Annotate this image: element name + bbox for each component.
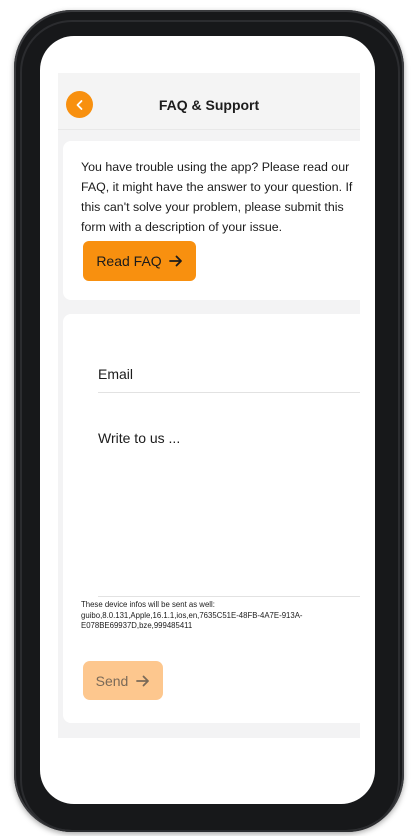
message-field[interactable]: Write to us ... [98, 430, 360, 597]
phone-screen: FAQ & Support You have trouble using the… [40, 36, 375, 804]
device-info-note: These device infos will be sent as well:… [81, 600, 303, 630]
intro-text: You have trouble using the app? Please r… [81, 160, 353, 234]
read-faq-label: Read FAQ [96, 253, 162, 269]
send-label: Send [95, 672, 129, 689]
email-field[interactable]: Email [98, 366, 360, 393]
arrow-right-icon [168, 255, 183, 267]
arrow-right-icon [136, 675, 150, 687]
message-placeholder: Write to us ... [98, 430, 181, 446]
send-button[interactable]: Send [83, 661, 163, 700]
page-title: FAQ & Support [158, 97, 260, 113]
email-placeholder: Email [98, 366, 134, 382]
header-bar: FAQ & Support [58, 73, 360, 130]
faq-support-screen: FAQ & Support You have trouble using the… [58, 73, 360, 738]
read-faq-button[interactable]: Read FAQ [83, 241, 196, 281]
